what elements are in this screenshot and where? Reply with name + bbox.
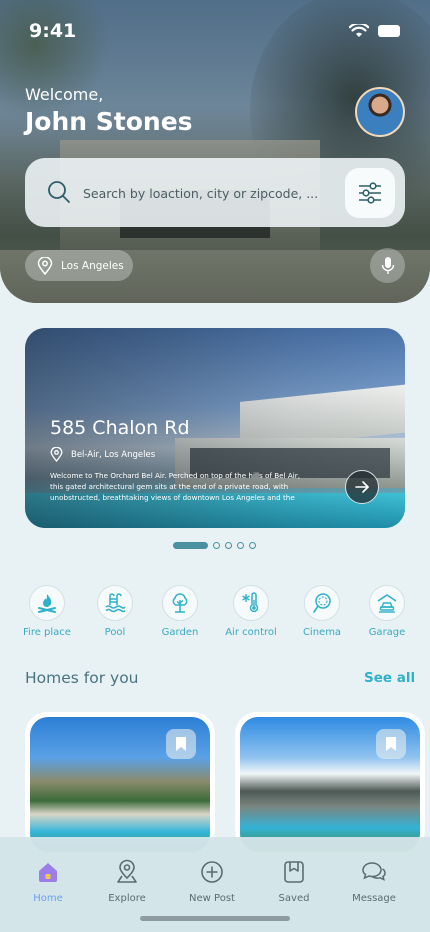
plus-circle-icon bbox=[201, 861, 223, 883]
featured-title: 585 Chalon Rd bbox=[50, 417, 190, 439]
amenity-label: Garage bbox=[368, 627, 406, 638]
chat-bubbles-icon bbox=[362, 862, 386, 881]
amenity-pool[interactable]: Pool bbox=[80, 585, 150, 638]
avatar[interactable] bbox=[355, 87, 405, 137]
homes-section-title: Homes for you bbox=[25, 669, 139, 687]
explore-pin-icon bbox=[117, 859, 137, 883]
home-card[interactable] bbox=[25, 712, 215, 852]
pool-icon bbox=[105, 593, 126, 613]
status-icons bbox=[349, 24, 400, 38]
welcome-text: Welcome, bbox=[25, 85, 104, 104]
pager-dot-active[interactable] bbox=[173, 542, 208, 549]
tab-new-post[interactable]: New Post bbox=[172, 859, 252, 904]
see-all-link[interactable]: See all bbox=[364, 670, 415, 686]
bookmark-button[interactable] bbox=[376, 729, 406, 759]
next-arrow-button[interactable] bbox=[345, 470, 379, 504]
pager-dot[interactable] bbox=[249, 542, 256, 549]
garden-tree-icon bbox=[172, 593, 188, 613]
home-card-image bbox=[240, 717, 420, 852]
home-card[interactable] bbox=[235, 712, 425, 852]
location-label: Los Angeles bbox=[61, 259, 124, 272]
amenity-label: Fire place bbox=[23, 627, 71, 638]
tab-label: Saved bbox=[278, 893, 310, 904]
amenities-row: Fire place Pool Garden Air control Cinem… bbox=[15, 585, 415, 645]
bookmark-icon bbox=[176, 737, 186, 751]
thermometer-icon bbox=[242, 592, 259, 613]
tab-home[interactable]: Home bbox=[8, 859, 88, 904]
location-pin-icon bbox=[37, 256, 53, 275]
search-box bbox=[25, 158, 405, 227]
amenity-fireplace[interactable]: Fire place bbox=[12, 585, 82, 638]
battery-icon bbox=[378, 25, 400, 37]
home-card-image bbox=[30, 717, 210, 852]
amenity-air-control[interactable]: Air control bbox=[216, 585, 286, 638]
featured-description: Welcome to The Orchard Bel Air. Perched … bbox=[50, 471, 301, 502]
tab-explore[interactable]: Explore bbox=[87, 859, 167, 904]
carousel-pager bbox=[173, 542, 256, 549]
amenity-label: Air control bbox=[225, 627, 277, 638]
arrow-right-icon bbox=[355, 481, 369, 493]
cinema-icon bbox=[313, 593, 331, 613]
garage-icon bbox=[377, 594, 397, 613]
amenity-garage[interactable]: Garage bbox=[352, 585, 422, 638]
bookmark-icon bbox=[284, 861, 304, 883]
search-input[interactable] bbox=[83, 180, 333, 206]
tab-label: Explore bbox=[108, 893, 146, 904]
tab-label: Home bbox=[33, 893, 63, 904]
pager-dot[interactable] bbox=[213, 542, 220, 549]
location-chip[interactable]: Los Angeles bbox=[25, 250, 133, 281]
mic-button[interactable] bbox=[370, 248, 405, 283]
amenity-cinema[interactable]: Cinema bbox=[287, 585, 357, 638]
hero-banner: 9:41 Welcome, John Stones Search by loac… bbox=[0, 0, 430, 303]
sliders-icon bbox=[359, 182, 381, 204]
fireplace-icon bbox=[38, 594, 56, 613]
amenity-label: Cinema bbox=[302, 627, 342, 638]
status-time: 9:41 bbox=[29, 20, 77, 42]
filter-button[interactable] bbox=[345, 168, 395, 218]
featured-location: Bel-Air, Los Angeles bbox=[50, 447, 155, 462]
tab-label: New Post bbox=[189, 893, 235, 904]
tab-label: Message bbox=[352, 893, 396, 904]
pager-dot[interactable] bbox=[237, 542, 244, 549]
tab-saved[interactable]: Saved bbox=[254, 859, 334, 904]
wifi-icon bbox=[349, 24, 369, 37]
status-bar: 9:41 bbox=[0, 0, 430, 60]
microphone-icon bbox=[381, 256, 394, 274]
amenity-label: Pool bbox=[104, 627, 126, 638]
amenity-garden[interactable]: Garden bbox=[145, 585, 215, 638]
home-icon bbox=[39, 863, 57, 882]
username: John Stones bbox=[25, 107, 193, 136]
bookmark-button[interactable] bbox=[166, 729, 196, 759]
bookmark-icon bbox=[386, 737, 396, 751]
featured-listing-card[interactable]: 585 Chalon Rd Bel-Air, Los Angeles Welco… bbox=[25, 328, 405, 528]
location-pin-icon bbox=[50, 447, 63, 462]
pager-dot[interactable] bbox=[225, 542, 232, 549]
amenity-label: Garden bbox=[161, 627, 199, 638]
featured-location-label: Bel-Air, Los Angeles bbox=[71, 449, 156, 460]
search-icon bbox=[48, 181, 70, 203]
tab-message[interactable]: Message bbox=[334, 859, 414, 904]
home-indicator bbox=[140, 916, 290, 921]
